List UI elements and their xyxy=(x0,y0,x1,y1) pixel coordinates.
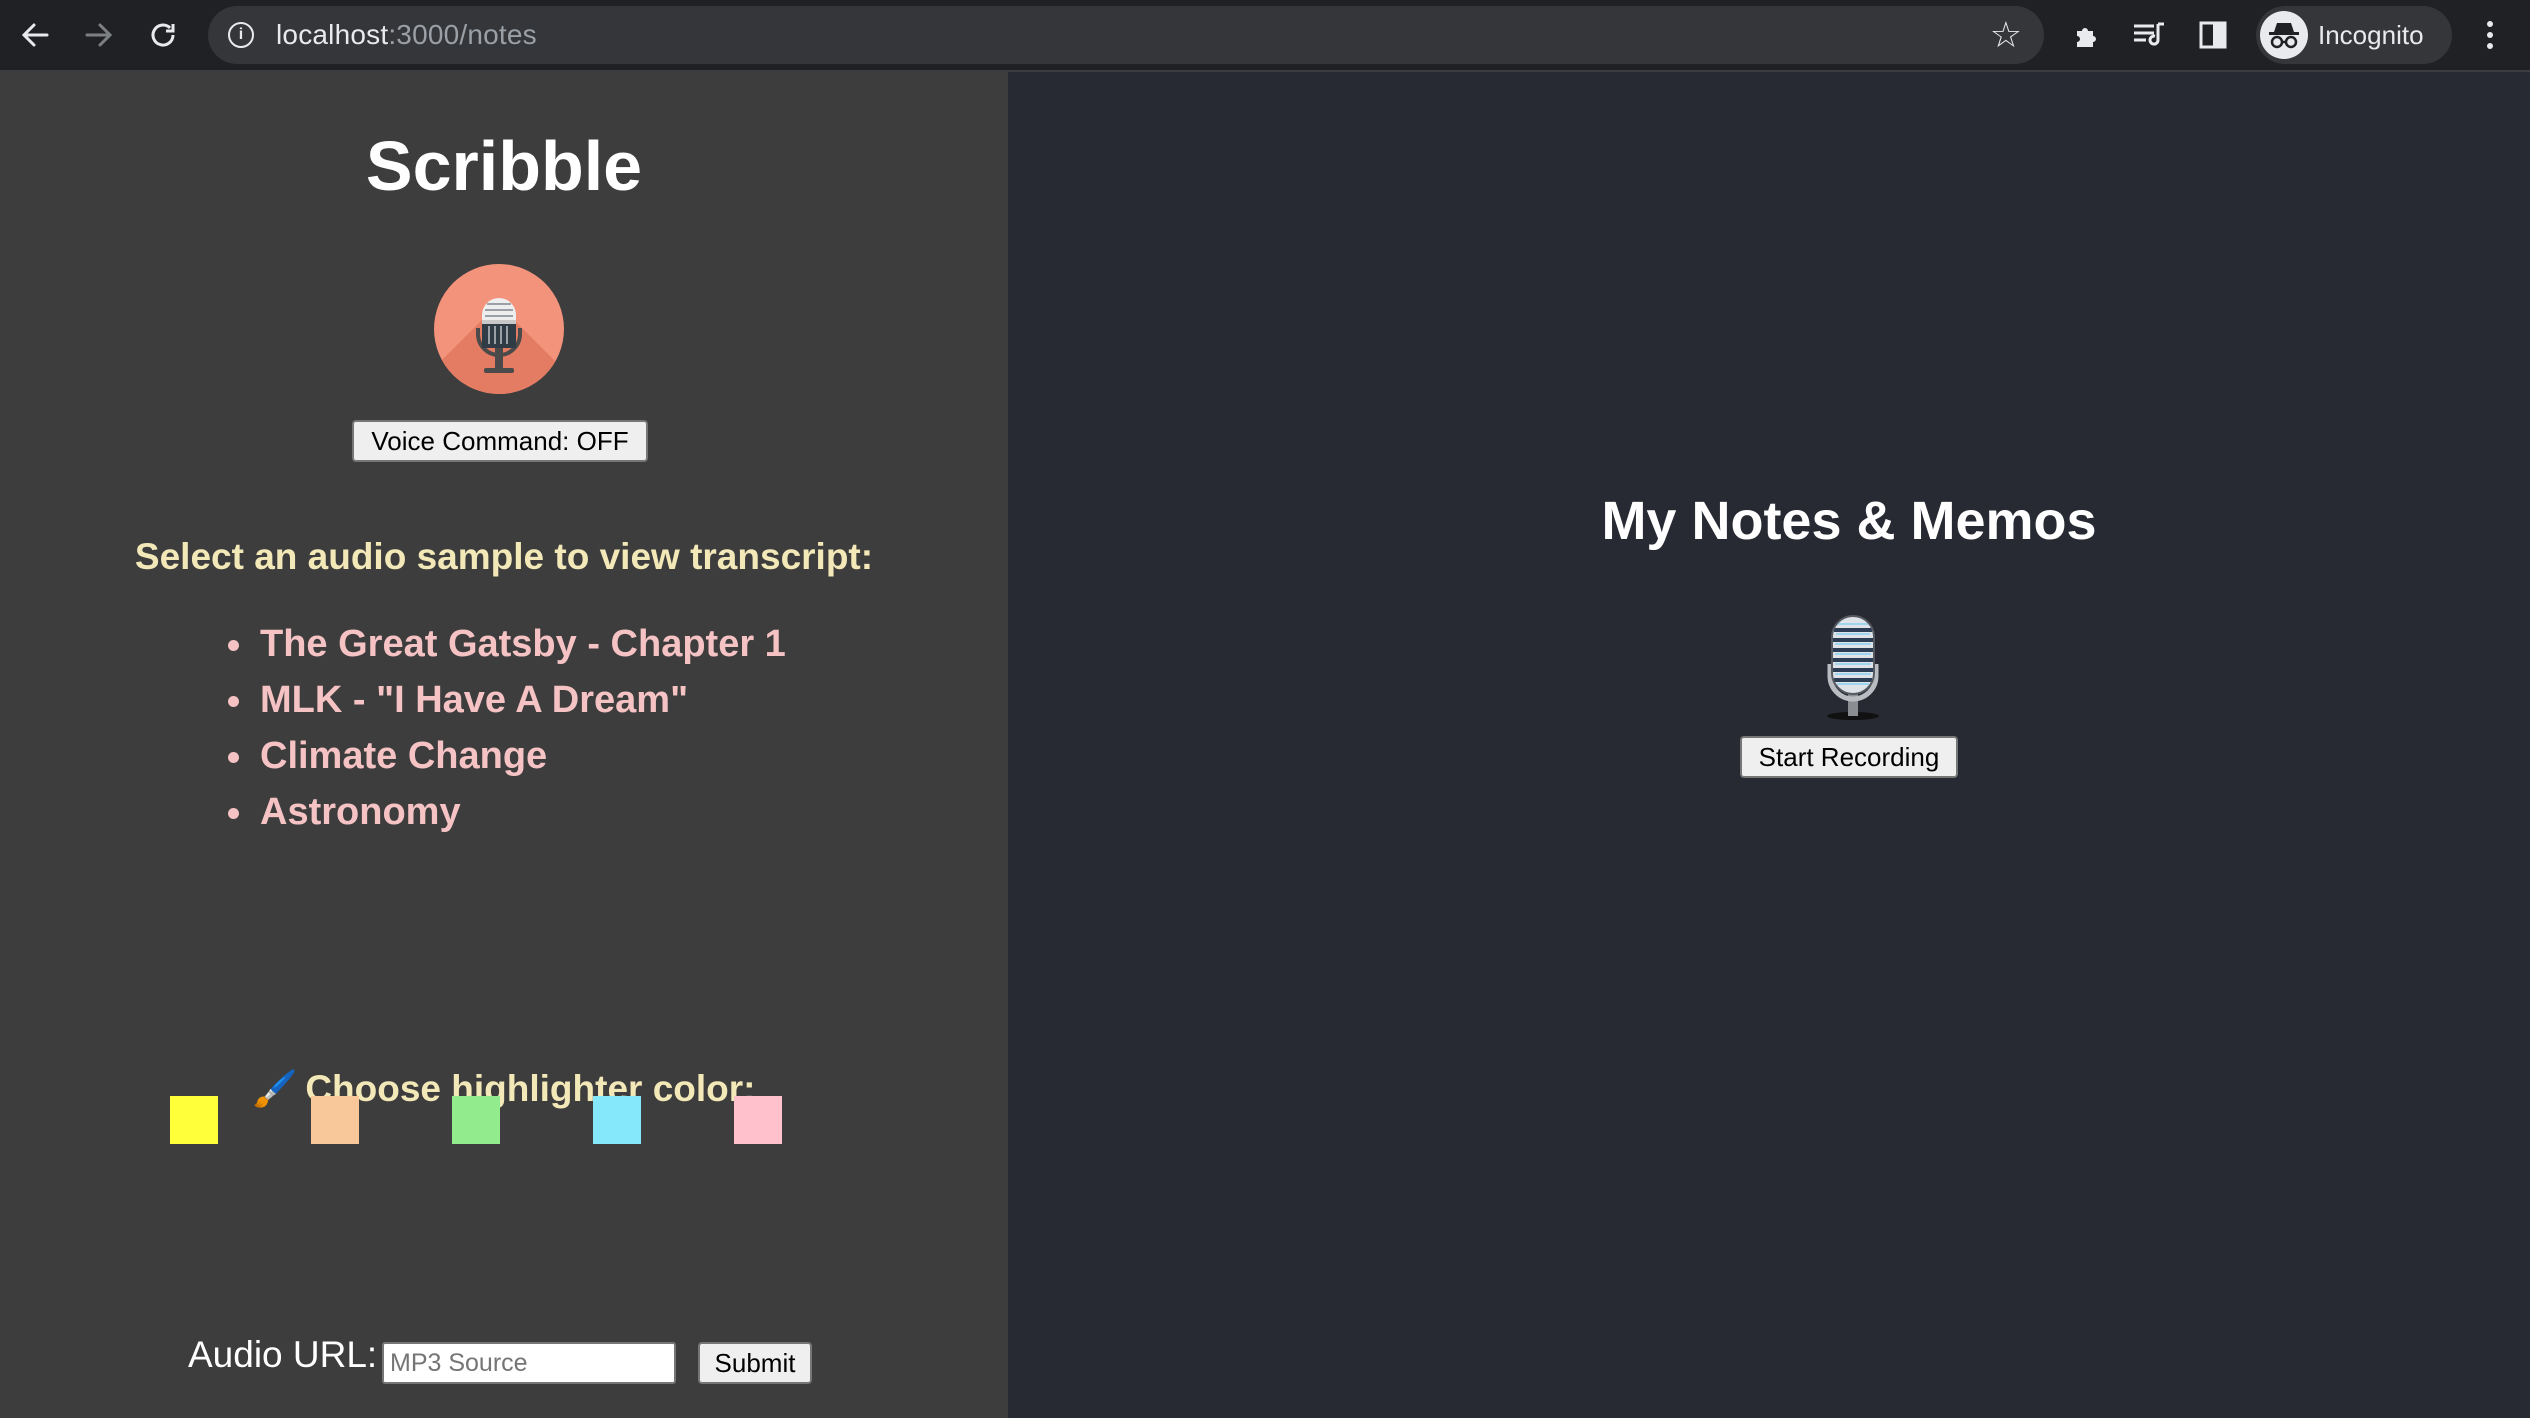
sample-link-mlk[interactable]: MLK - "I Have A Dream" xyxy=(216,672,786,728)
sample-link-astronomy[interactable]: Astronomy xyxy=(216,784,786,840)
select-sample-heading: Select an audio sample to view transcrip… xyxy=(134,536,874,577)
media-queue-icon[interactable] xyxy=(2126,12,2172,58)
studio-microphone-icon xyxy=(1808,612,1898,722)
sample-link-climate-change[interactable]: Climate Change xyxy=(216,728,786,784)
voice-command-toggle-button[interactable]: Voice Command: OFF xyxy=(352,420,648,462)
app-title: Scribble xyxy=(365,127,643,205)
paintbrush-icon: 🖌️ xyxy=(252,1068,298,1109)
swatch-yellow[interactable] xyxy=(170,1096,218,1144)
start-recording-button[interactable]: Start Recording xyxy=(1740,736,1958,778)
swatch-blue[interactable] xyxy=(593,1096,641,1144)
star-icon[interactable]: ☆ xyxy=(1990,16,2022,54)
url-text[interactable]: localhost:3000/notes xyxy=(276,6,537,64)
side-panel-icon[interactable] xyxy=(2190,12,2236,58)
profile-label: Incognito xyxy=(2318,20,2424,50)
info-icon[interactable]: i xyxy=(228,22,254,48)
swatch-orange[interactable] xyxy=(311,1096,359,1144)
submit-button[interactable]: Submit xyxy=(698,1342,812,1384)
audio-url-input[interactable] xyxy=(382,1342,676,1384)
sample-link-gatsby[interactable]: The Great Gatsby - Chapter 1 xyxy=(216,616,786,672)
audio-sample-list: The Great Gatsby - Chapter 1 MLK - "I Ha… xyxy=(216,616,786,840)
more-menu-icon[interactable] xyxy=(2470,12,2510,58)
audio-url-label: Audio URL: xyxy=(188,1334,378,1375)
swatch-pink[interactable] xyxy=(734,1096,782,1144)
incognito-profile-button[interactable]: Incognito xyxy=(2256,6,2452,64)
address-bar[interactable]: i localhost:3000/notes ☆ xyxy=(208,6,2044,64)
voice-command-mic-icon[interactable] xyxy=(434,264,564,394)
notes-title: My Notes & Memos xyxy=(1601,491,2097,551)
left-panel: Scribble Voice Command: OFF Select an au… xyxy=(0,72,1008,1418)
swatch-green[interactable] xyxy=(452,1096,500,1144)
reload-icon[interactable] xyxy=(140,12,186,58)
forward-arrow-icon[interactable] xyxy=(76,12,122,58)
highlighter-heading: 🖌️ Choose highlighter color: xyxy=(252,1068,756,1109)
back-arrow-icon[interactable] xyxy=(12,12,58,58)
extensions-icon[interactable] xyxy=(2064,12,2110,58)
browser-toolbar: i localhost:3000/notes ☆ Incognito xyxy=(0,0,2530,72)
incognito-icon xyxy=(2260,11,2308,59)
